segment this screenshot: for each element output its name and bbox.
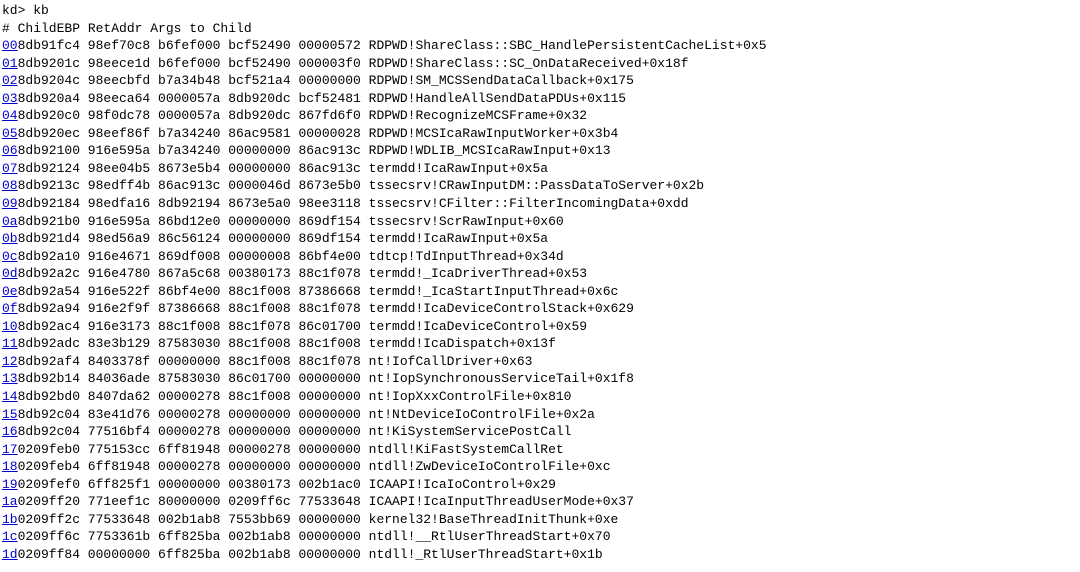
frame-number-link[interactable]: 1d [2,546,18,564]
frame-detail: 8db92bd0 8407da62 00000278 88c1f008 0000… [18,388,572,406]
stack-frame-row: 0d 8db92a2c 916e4780 867a5c68 00380173 8… [2,265,1078,283]
frame-detail: 8db9201c 98eece1d b6fef000 bcf52490 0000… [18,55,689,73]
stack-frame-row: 08 8db9213c 98edff4b 86ac913c 0000046d 8… [2,177,1078,195]
frame-detail: 8db92c04 77516bf4 00000278 00000000 0000… [18,423,572,441]
frame-number-link[interactable]: 16 [2,423,18,441]
stack-frame-row: 18 0209feb4 6ff81948 00000278 00000000 0… [2,458,1078,476]
frame-number-link[interactable]: 03 [2,90,18,108]
frame-number-link[interactable]: 0d [2,265,18,283]
frame-number-link[interactable]: 11 [2,335,18,353]
frame-number-link[interactable]: 01 [2,55,18,73]
stack-frame-row: 06 8db92100 916e595a b7a34240 00000000 8… [2,142,1078,160]
frame-detail: 0209feb4 6ff81948 00000278 00000000 0000… [18,458,611,476]
frame-number-link[interactable]: 19 [2,476,18,494]
frame-number-link[interactable]: 1a [2,493,18,511]
stack-frame-row: 04 8db920c0 98f0dc78 0000057a 8db920dc 8… [2,107,1078,125]
frame-number-link[interactable]: 06 [2,142,18,160]
frame-number-link[interactable]: 08 [2,177,18,195]
frame-detail: 8db921b0 916e595a 86bd12e0 00000000 869d… [18,213,564,231]
frame-detail: 8db921d4 98ed56a9 86c56124 00000000 869d… [18,230,549,248]
frame-detail: 8db92c04 83e41d76 00000278 00000000 0000… [18,406,595,424]
stack-frame-row: 1d 0209ff84 00000000 6ff825ba 002b1ab8 0… [2,546,1078,564]
frame-number-link[interactable]: 02 [2,72,18,90]
stack-frame-row: 0e 8db92a54 916e522f 86bf4e00 88c1f008 8… [2,283,1078,301]
frame-number-link[interactable]: 18 [2,458,18,476]
stack-frame-row: 13 8db92b14 84036ade 87583030 86c01700 0… [2,370,1078,388]
stack-frame-row: 09 8db92184 98edfa16 8db92194 8673e5a0 9… [2,195,1078,213]
stack-frame-row: 11 8db92adc 83e3b129 87583030 88c1f008 8… [2,335,1078,353]
frame-detail: 8db92184 98edfa16 8db92194 8673e5a0 98ee… [18,195,689,213]
frame-detail: 8db9204c 98eecbfd b7a34b48 bcf521a4 0000… [18,72,634,90]
frame-number-link[interactable]: 04 [2,107,18,125]
frame-detail: 0209fef0 6ff825f1 00000000 00380173 002b… [18,476,556,494]
stack-frame-row: 03 8db920a4 98eeca64 0000057a 8db920dc b… [2,90,1078,108]
frame-number-link[interactable]: 0f [2,300,18,318]
frame-detail: 8db92a2c 916e4780 867a5c68 00380173 88c1… [18,265,588,283]
frame-detail: 0209feb0 775153cc 6ff81948 00000278 0000… [18,441,564,459]
debugger-prompt: kd> kb [2,2,1078,20]
frame-detail: 8db92af4 8403378f 00000000 88c1f008 88c1… [18,353,533,371]
stack-frame-row: 01 8db9201c 98eece1d b6fef000 bcf52490 0… [2,55,1078,73]
stack-frame-row: 1a 0209ff20 771eef1c 80000000 0209ff6c 7… [2,493,1078,511]
frame-number-link[interactable]: 0a [2,213,18,231]
frame-detail: 8db920ec 98eef86f b7a34240 86ac9581 0000… [18,125,619,143]
frame-number-link[interactable]: 05 [2,125,18,143]
frame-detail: 8db92a94 916e2f9f 87386668 88c1f008 88c1… [18,300,634,318]
frame-detail: 8db92b14 84036ade 87583030 86c01700 0000… [18,370,634,388]
stack-frame-row: 16 8db92c04 77516bf4 00000278 00000000 0… [2,423,1078,441]
stack-frame-row: 12 8db92af4 8403378f 00000000 88c1f008 8… [2,353,1078,371]
stack-header: # ChildEBP RetAddr Args to Child [2,20,1078,38]
stack-frame-row: 00 8db91fc4 98ef70c8 b6fef000 bcf52490 0… [2,37,1078,55]
stack-frames-container: 00 8db91fc4 98ef70c8 b6fef000 bcf52490 0… [2,37,1078,563]
frame-detail: 8db92a10 916e4671 869df008 00000008 86bf… [18,248,564,266]
stack-frame-row: 02 8db9204c 98eecbfd b7a34b48 bcf521a4 0… [2,72,1078,90]
frame-detail: 8db920a4 98eeca64 0000057a 8db920dc bcf5… [18,90,627,108]
stack-frame-row: 19 0209fef0 6ff825f1 00000000 00380173 0… [2,476,1078,494]
frame-detail: 8db92a54 916e522f 86bf4e00 88c1f008 8738… [18,283,619,301]
frame-number-link[interactable]: 0b [2,230,18,248]
frame-detail: 0209ff6c 7753361b 6ff825ba 002b1ab8 0000… [18,528,611,546]
frame-detail: 8db9213c 98edff4b 86ac913c 0000046d 8673… [18,177,705,195]
stack-frame-row: 14 8db92bd0 8407da62 00000278 88c1f008 0… [2,388,1078,406]
frame-number-link[interactable]: 0e [2,283,18,301]
frame-number-link[interactable]: 12 [2,353,18,371]
stack-frame-row: 1b 0209ff2c 77533648 002b1ab8 7553bb69 0… [2,511,1078,529]
stack-frame-row: 10 8db92ac4 916e3173 88c1f008 88c1f078 8… [2,318,1078,336]
frame-number-link[interactable]: 10 [2,318,18,336]
stack-frame-row: 07 8db92124 98ee04b5 8673e5b4 00000000 8… [2,160,1078,178]
stack-frame-row: 15 8db92c04 83e41d76 00000278 00000000 0… [2,406,1078,424]
frame-number-link[interactable]: 14 [2,388,18,406]
frame-detail: 8db92ac4 916e3173 88c1f008 88c1f078 86c0… [18,318,588,336]
stack-frame-row: 0a 8db921b0 916e595a 86bd12e0 00000000 8… [2,213,1078,231]
frame-detail: 8db92adc 83e3b129 87583030 88c1f008 88c1… [18,335,556,353]
stack-frame-row: 0b 8db921d4 98ed56a9 86c56124 00000000 8… [2,230,1078,248]
frame-detail: 8db92100 916e595a b7a34240 00000000 86ac… [18,142,611,160]
stack-frame-row: 0f 8db92a94 916e2f9f 87386668 88c1f008 8… [2,300,1078,318]
frame-detail: 8db920c0 98f0dc78 0000057a 8db920dc 867f… [18,107,588,125]
frame-detail: 8db91fc4 98ef70c8 b6fef000 bcf52490 0000… [18,37,767,55]
frame-number-link[interactable]: 17 [2,441,18,459]
frame-detail: 8db92124 98ee04b5 8673e5b4 00000000 86ac… [18,160,549,178]
frame-number-link[interactable]: 00 [2,37,18,55]
stack-frame-row: 1c 0209ff6c 7753361b 6ff825ba 002b1ab8 0… [2,528,1078,546]
frame-detail: 0209ff84 00000000 6ff825ba 002b1ab8 0000… [18,546,603,564]
frame-number-link[interactable]: 15 [2,406,18,424]
frame-detail: 0209ff20 771eef1c 80000000 0209ff6c 7753… [18,493,634,511]
frame-number-link[interactable]: 1b [2,511,18,529]
frame-number-link[interactable]: 07 [2,160,18,178]
frame-detail: 0209ff2c 77533648 002b1ab8 7553bb69 0000… [18,511,619,529]
stack-frame-row: 0c 8db92a10 916e4671 869df008 00000008 8… [2,248,1078,266]
stack-frame-row: 05 8db920ec 98eef86f b7a34240 86ac9581 0… [2,125,1078,143]
frame-number-link[interactable]: 0c [2,248,18,266]
frame-number-link[interactable]: 13 [2,370,18,388]
stack-frame-row: 17 0209feb0 775153cc 6ff81948 00000278 0… [2,441,1078,459]
frame-number-link[interactable]: 1c [2,528,18,546]
frame-number-link[interactable]: 09 [2,195,18,213]
